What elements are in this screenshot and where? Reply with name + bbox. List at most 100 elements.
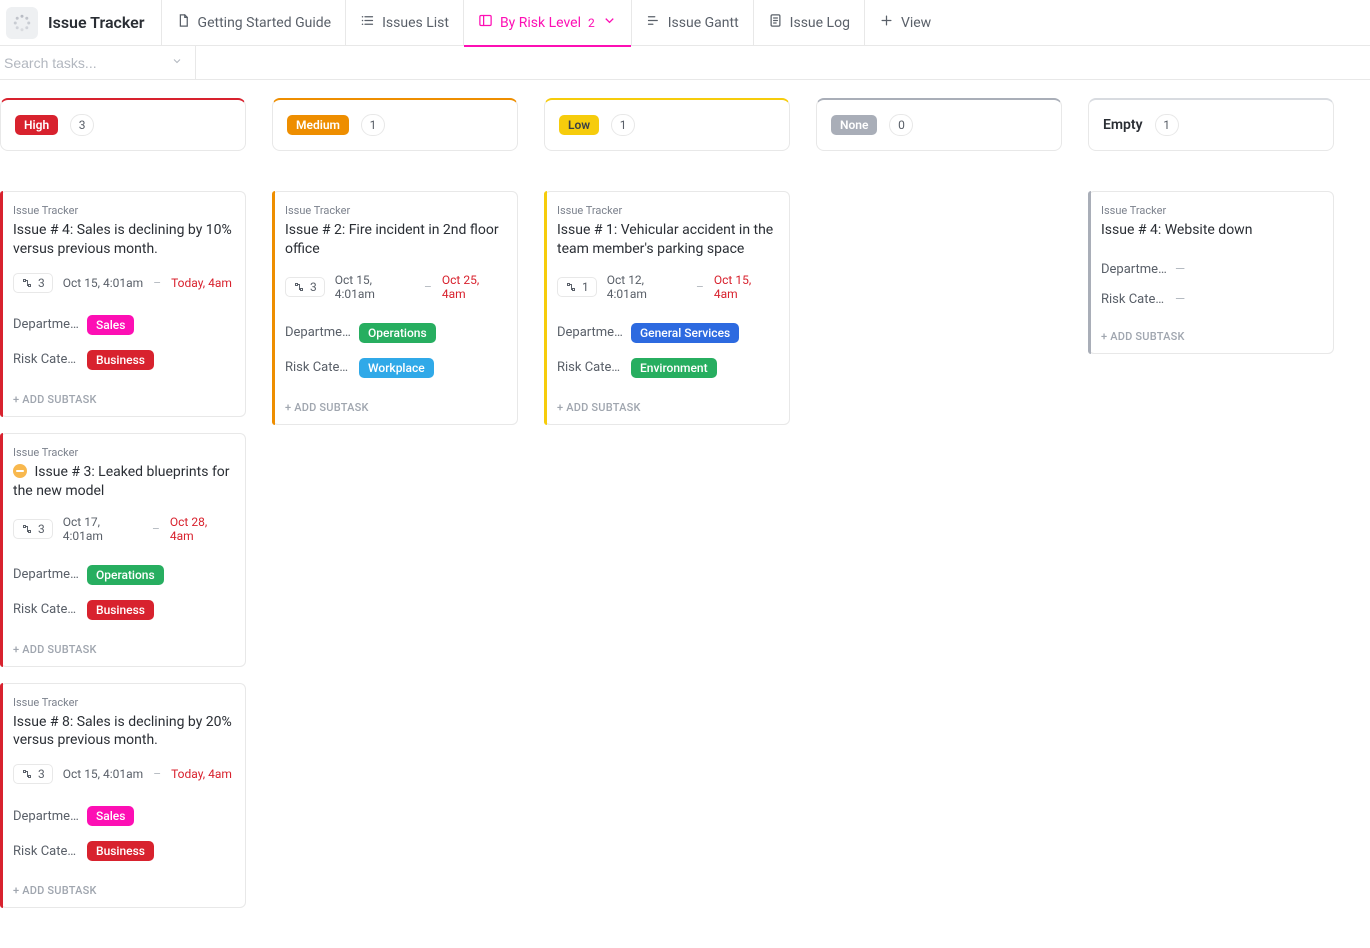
add-subtask-button[interactable]: + ADD SUBTASK — [1, 633, 245, 666]
due-date: Oct 25, 4am — [442, 273, 505, 301]
tab-label: By Risk Level — [500, 15, 581, 31]
subtask-icon — [565, 281, 577, 293]
field-label: Risk Categ... — [13, 844, 79, 859]
add-subtask-button[interactable]: + ADD SUBTASK — [1, 874, 245, 907]
risk-category-field[interactable]: Risk Categ... — — [1101, 284, 1321, 314]
subtask-count[interactable]: 1 — [557, 277, 597, 297]
card-title: Issue # 2: Fire incident in 2nd floor of… — [285, 221, 505, 259]
due-date: Oct 15, 4am — [714, 273, 777, 301]
card-breadcrumb: Issue Tracker — [13, 696, 233, 709]
subtask-count[interactable]: 3 — [285, 277, 325, 297]
column-low: Low1 Issue Tracker Issue # 1: Vehicular … — [544, 98, 790, 425]
column-count: 1 — [611, 114, 635, 136]
column-header[interactable]: Empty1 — [1088, 98, 1334, 151]
card-title: Issue # 1: Vehicular accident in the tea… — [557, 221, 777, 259]
in-progress-icon — [13, 464, 27, 478]
card-title: Issue # 4: Website down — [1101, 221, 1321, 240]
tab-issue-gantt[interactable]: Issue Gantt — [631, 0, 753, 46]
card-list: Issue Tracker Issue # 4: Website down De… — [1088, 191, 1334, 354]
field-label: Department: — [557, 325, 623, 340]
add-subtask-button[interactable]: + ADD SUBTASK — [1, 383, 245, 416]
risk-category-field[interactable]: Risk Categ... Business — [13, 833, 233, 868]
add-subtask-button[interactable]: + ADD SUBTASK — [273, 391, 517, 424]
column-header[interactable]: High3 — [0, 98, 246, 151]
column-header[interactable]: None0 — [816, 98, 1062, 151]
issue-card[interactable]: Issue Tracker Issue # 4: Website down De… — [1088, 191, 1334, 354]
date-separator: – — [153, 767, 161, 781]
subtask-icon — [21, 277, 33, 289]
tab-label: Issues List — [382, 15, 449, 31]
department-field[interactable]: Department:— — [1101, 254, 1321, 284]
card-breadcrumb: Issue Tracker — [1101, 204, 1321, 217]
column-empty: Empty1 Issue Tracker Issue # 4: Website … — [1088, 98, 1334, 354]
date-separator: – — [152, 522, 160, 536]
risk-category-field[interactable]: Risk Categ...Workplace — [285, 350, 505, 385]
field-label: Department: — [13, 317, 79, 332]
column-count: 1 — [1155, 114, 1179, 136]
department-field[interactable]: Department:Sales — [13, 798, 233, 833]
card-breadcrumb: Issue Tracker — [13, 204, 233, 217]
issue-card[interactable]: Issue Tracker Issue # 1: Vehicular accid… — [544, 191, 790, 425]
start-date: Oct 12, 4:01am — [607, 273, 686, 301]
start-date: Oct 17, 4:01am — [63, 515, 142, 543]
department-pill: Sales — [87, 315, 134, 335]
tab-view[interactable]: View — [864, 0, 945, 46]
risk-category-field[interactable]: Risk Categ...Environment — [557, 350, 777, 385]
department-pill: Sales — [87, 806, 134, 826]
start-date: Oct 15, 4:01am — [63, 767, 143, 781]
tab-issue-log[interactable]: Issue Log — [753, 0, 864, 46]
doc-icon — [176, 13, 191, 32]
column-header[interactable]: Medium1 — [272, 98, 518, 151]
department-field[interactable]: Department: General Services — [557, 315, 777, 350]
app-icon — [6, 7, 38, 39]
issue-card[interactable]: Issue Tracker Issue # 3: Leaked blueprin… — [0, 433, 246, 667]
column-badge: Medium — [287, 115, 349, 135]
card-list: Issue Tracker Issue # 1: Vehicular accid… — [544, 191, 790, 425]
department-field[interactable]: Department: Operations — [13, 557, 233, 592]
department-pill: General Services — [631, 323, 739, 343]
column-none: None0 — [816, 98, 1062, 191]
field-label: Risk Categ... — [1101, 292, 1167, 307]
column-medium: Medium1 Issue Tracker Issue # 2: Fire in… — [272, 98, 518, 425]
column-count: 3 — [70, 114, 94, 136]
department-field[interactable]: Department: Sales — [13, 307, 233, 342]
risk-pill: Business — [87, 841, 154, 861]
risk-category-field[interactable]: Risk Categ... Business — [13, 592, 233, 627]
add-subtask-button[interactable]: + ADD SUBTASK — [545, 391, 789, 424]
search-input[interactable] — [2, 54, 185, 72]
subtask-count[interactable]: 3 — [13, 519, 53, 539]
issue-card[interactable]: Issue Tracker Issue # 4: Sales is declin… — [0, 191, 246, 417]
list-icon — [360, 13, 375, 32]
column-count: 0 — [889, 114, 913, 136]
chevron-down-icon — [171, 55, 183, 71]
tab-issues-list[interactable]: Issues List — [345, 0, 463, 46]
department-pill: Operations — [359, 323, 436, 343]
topbar: Issue Tracker Getting Started Guide Issu… — [0, 0, 1370, 46]
issue-card[interactable]: Issue Tracker Issue # 2: Fire incident i… — [272, 191, 518, 425]
empty-value: — — [1175, 292, 1185, 307]
gantt-icon — [646, 13, 661, 32]
department-pill: Operations — [87, 565, 164, 585]
column-header[interactable]: Low1 — [544, 98, 790, 151]
card-meta: 3Oct 15, 4:01am–Oct 25, 4am — [285, 273, 505, 301]
issue-card[interactable]: Issue Tracker Issue # 8: Sales is declin… — [0, 683, 246, 909]
field-label: Risk Categ... — [13, 602, 79, 617]
toolbar — [0, 46, 1370, 80]
tab-count: 2 — [588, 16, 595, 30]
tab-label: Getting Started Guide — [198, 15, 332, 31]
risk-pill: Business — [87, 600, 154, 620]
subtask-count[interactable]: 3 — [13, 764, 53, 784]
field-label: Department: — [13, 567, 79, 582]
add-subtask-button[interactable]: + ADD SUBTASK — [1089, 320, 1333, 353]
tab-getting-started-guide[interactable]: Getting Started Guide — [161, 0, 346, 46]
search-box[interactable] — [0, 46, 196, 80]
date-separator: – — [424, 280, 432, 294]
risk-category-field[interactable]: Risk Categ...Business — [13, 342, 233, 377]
tab-by-risk-level[interactable]: By Risk Level 2 — [463, 0, 631, 46]
risk-pill: Workplace — [359, 358, 434, 378]
subtask-icon — [293, 281, 305, 293]
due-date: Today, 4am — [171, 276, 232, 290]
department-field[interactable]: Department:Operations — [285, 315, 505, 350]
subtask-count[interactable]: 3 — [13, 273, 53, 293]
card-meta: 3Oct 15, 4:01am–Today, 4am — [13, 273, 233, 293]
